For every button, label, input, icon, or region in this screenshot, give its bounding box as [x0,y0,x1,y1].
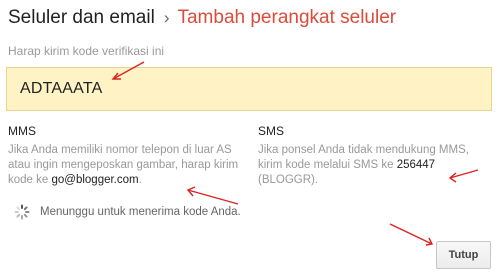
mms-title: MMS [8,124,36,138]
verification-prompt: Harap kirim kode verifikasi ini [8,44,165,58]
breadcrumb-separator: › [163,8,170,27]
waiting-text: Menunggu untuk menerima kode Anda. [40,206,241,218]
mms-section: MMS Jika Anda memiliki nomor telepon di … [8,124,248,188]
sms-section: SMS Jika ponsel Anda tidak mendukung MMS… [258,124,492,188]
sms-title: SMS [258,124,285,138]
page-title: Tambah perangkat seluler [177,7,397,28]
breadcrumb: Seluler dan email › Tambah perangkat sel… [8,7,396,29]
mms-text-end: . [138,174,142,186]
mms-instructions: Jika Anda memiliki nomor telepon di luar… [8,143,248,188]
sms-text: Jika ponsel Anda tidak mendukung MMS, ki… [258,144,469,171]
mms-address: go@blogger.com [51,174,139,186]
annotation-arrow-head [425,237,434,246]
sms-number: 256447 [396,159,436,171]
loading-spinner-icon [14,204,30,220]
sms-instructions: Jika ponsel Anda tidak mendukung MMS, ki… [258,143,492,188]
annotation-arrow-head [186,186,196,197]
verification-code: ADTAAATA [20,80,103,97]
annotation-arrow [389,223,433,245]
sms-text-end: (BLOGGR). [258,174,319,186]
breadcrumb-parent-link[interactable]: Seluler dan email [8,7,155,29]
verification-code-box: ADTAAATA [6,67,492,111]
annotation-arrow [187,189,239,205]
close-button[interactable]: Tutup [436,241,491,269]
waiting-status: Menunggu untuk menerima kode Anda. [14,204,241,220]
